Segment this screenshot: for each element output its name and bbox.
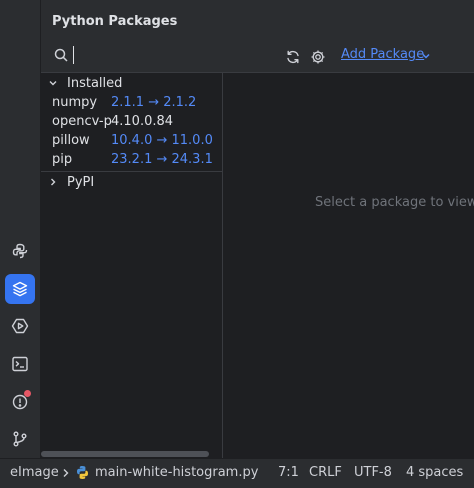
package-name: numpy	[52, 95, 98, 110]
breadcrumb-project[interactable]: eImage	[10, 465, 59, 480]
python-file-icon	[77, 466, 88, 479]
status-bar: eImage main-white-histogram.py 7:1 CRLF …	[0, 458, 474, 488]
package-version: 2.1.1 → 2.1.2	[111, 95, 197, 110]
package-detail: Select a package to view documentation	[223, 72, 474, 459]
package-list: Installed numpy 2.1.1 → 2.1.2 opencv-pyt…	[41, 72, 223, 459]
python-console-icon[interactable]	[5, 236, 35, 266]
installed-section-header[interactable]: Installed	[41, 73, 222, 93]
package-version: 4.10.0.84	[111, 114, 174, 129]
file-encoding[interactable]: UTF-8	[354, 465, 392, 480]
terminal-icon[interactable]	[5, 349, 35, 379]
breadcrumb-file[interactable]: main-white-histogram.py	[95, 465, 258, 480]
line-ending[interactable]: CRLF	[309, 465, 342, 480]
package-row-pillow[interactable]: pillow 10.4.0 → 11.0.0	[41, 132, 222, 150]
pypi-label: PyPI	[67, 174, 95, 190]
pypi-section-header[interactable]: PyPI	[41, 171, 222, 192]
chevron-right-icon	[63, 469, 69, 477]
services-icon[interactable]	[5, 311, 35, 341]
indent-setting[interactable]: 4 spaces	[406, 465, 463, 480]
installed-label: Installed	[67, 75, 123, 91]
add-package-link[interactable]: Add Package	[341, 47, 424, 62]
chevron-down-icon[interactable]	[421, 51, 431, 61]
package-version: 23.2.1 → 24.3.1	[111, 152, 213, 167]
search-icon	[54, 48, 68, 62]
package-name: pip	[52, 152, 73, 167]
search-input[interactable]	[73, 46, 74, 64]
package-name: pillow	[52, 133, 90, 148]
python-packages-panel: Python Packages Add Package Installed nu…	[41, 0, 474, 459]
package-row-opencv-python[interactable]: opencv-python 4.10.0.84	[41, 113, 222, 131]
empty-state-text: Select a package to view documentation	[315, 195, 474, 210]
package-name: opencv-python	[52, 114, 112, 129]
horizontal-scrollbar[interactable]	[41, 451, 209, 457]
git-icon[interactable]	[5, 424, 35, 454]
refresh-icon[interactable]	[285, 49, 301, 65]
python-packages-icon[interactable]	[5, 274, 35, 304]
notification-dot	[24, 390, 31, 397]
package-version: 10.4.0 → 11.0.0	[111, 133, 213, 148]
problems-icon[interactable]	[5, 387, 35, 417]
panel-title: Python Packages	[52, 14, 178, 29]
tool-window-strip	[0, 0, 41, 458]
package-row-pip[interactable]: pip 23.2.1 → 24.3.1	[41, 151, 222, 169]
gear-icon[interactable]	[310, 49, 326, 65]
chevron-down-icon	[49, 81, 57, 86]
package-row-numpy[interactable]: numpy 2.1.1 → 2.1.2	[41, 94, 222, 112]
caret-position[interactable]: 7:1	[278, 465, 299, 480]
chevron-right-icon	[51, 178, 56, 186]
